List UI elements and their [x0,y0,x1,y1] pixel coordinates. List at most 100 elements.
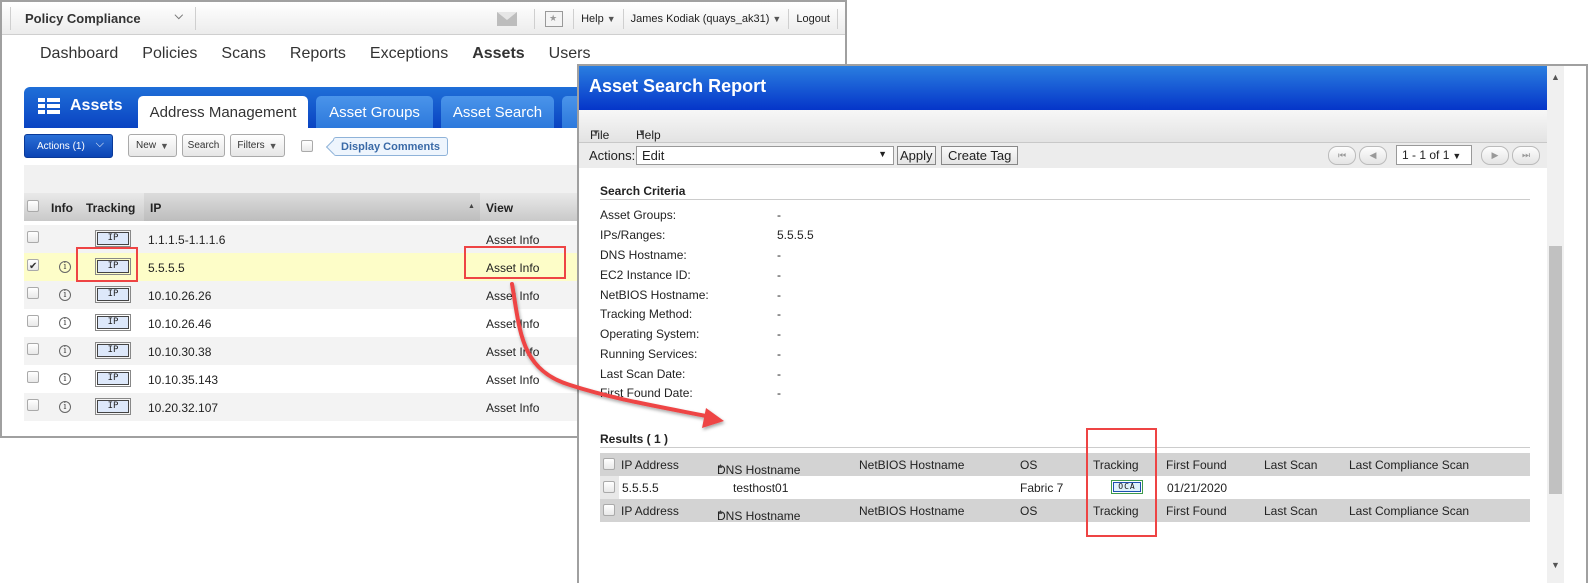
tab-asset-search[interactable]: Asset Search [441,96,554,128]
column-info[interactable]: Info [51,201,73,215]
column-tracking[interactable]: Tracking [1093,504,1139,518]
column-os[interactable]: OS [1020,504,1037,518]
search-button[interactable]: Search [182,134,225,157]
column-netbios-hostname[interactable]: NetBIOS Hostname [859,504,964,518]
tracking-ip-badge: IP [95,230,131,247]
ip-cell: 10.20.32.107 [148,401,219,415]
criteria-value: - [777,327,781,341]
filters-button[interactable]: Filters ▼ [230,134,285,157]
row-checkbox[interactable] [27,287,39,299]
scrollbar-thumb[interactable] [1549,246,1562,494]
asset-info-link[interactable]: Asset Info [486,261,539,275]
row-checkbox[interactable] [27,343,39,355]
nav-assets[interactable]: Assets [472,45,524,63]
divider [600,199,1530,200]
column-ip[interactable]: IP [150,201,161,215]
tracking-ip-badge: IP [95,314,131,331]
dropdown-arrow-icon: ▼ [1452,151,1462,161]
column-os[interactable]: OS [1020,458,1037,472]
info-icon[interactable]: i [59,401,71,413]
apply-button[interactable]: Apply [897,146,936,165]
ip-address-cell[interactable]: 5.5.5.5 [622,481,659,495]
column-first-found[interactable]: First Found [1166,504,1227,518]
vertical-scrollbar[interactable]: ▲ ▼ [1547,66,1564,583]
help-menu[interactable]: Help ▼ [581,13,616,25]
asset-info-link[interactable]: Asset Info [486,317,539,331]
info-icon[interactable]: i [59,289,71,301]
report-title: Asset Search Report [579,66,1547,110]
criteria-ips-ranges: IPs/Ranges: 5.5.5.5 [600,228,814,242]
create-tag-button[interactable]: Create Tag [941,146,1019,165]
nav-policies[interactable]: Policies [142,45,197,63]
nav-exceptions[interactable]: Exceptions [370,45,448,63]
gallery-icon[interactable] [545,10,564,27]
nav-reports[interactable]: Reports [290,45,346,63]
divider [788,8,790,29]
user-menu[interactable]: James Kodiak (quays_ak31) ▼ [631,13,782,25]
info-icon[interactable]: i [59,317,71,329]
nav-scans[interactable]: Scans [221,45,265,63]
first-page-icon[interactable]: ⏮ [1328,146,1356,165]
row-checkbox[interactable] [603,481,615,493]
info-icon[interactable]: i [59,261,71,273]
logout-link[interactable]: Logout [796,13,830,25]
select-all-checkbox[interactable] [603,458,615,470]
next-page-icon[interactable]: ▶ [1481,146,1509,165]
divider [837,8,838,29]
info-icon[interactable]: i [59,373,71,385]
page-range-select[interactable]: 1 - 1 of 1 ▼ [1396,145,1472,165]
select-all-checkbox[interactable] [27,200,39,212]
column-tracking[interactable]: Tracking [86,201,135,215]
criteria-first-found-date: First Found Date: - [600,386,781,400]
help-label: Help [581,12,604,25]
select-all-checkbox[interactable] [603,504,615,516]
actions-button[interactable]: Actions (1) ⌵ [24,134,113,158]
mail-icon[interactable] [497,11,518,26]
new-button[interactable]: New ▼ [128,134,177,157]
column-ip-address[interactable]: IP Address [621,504,679,518]
asset-info-link[interactable]: Asset Info [486,289,539,303]
scroll-up-icon[interactable]: ▲ [1551,72,1560,82]
actions-label: Actions: [589,148,636,163]
row-checkbox[interactable] [27,315,39,327]
column-view[interactable]: View [486,201,513,215]
new-label: New [136,140,157,151]
asset-info-link[interactable]: Asset Info [486,401,539,415]
column-tracking[interactable]: Tracking [1093,458,1139,472]
criteria-asset-groups: Asset Groups: - [600,208,781,222]
column-last-scan[interactable]: Last Scan [1264,504,1317,518]
column-ip-address[interactable]: IP Address [621,458,679,472]
app-switcher[interactable]: Policy Compliance ⌵ [10,7,196,30]
column-first-found[interactable]: First Found [1166,458,1227,472]
info-icon[interactable]: i [59,345,71,357]
display-comments-label[interactable]: Display Comments [333,137,449,156]
column-netbios-hostname[interactable]: NetBIOS Hostname [859,458,964,472]
column-last-scan[interactable]: Last Scan [1264,458,1317,472]
nav-dashboard[interactable]: Dashboard [40,45,118,63]
display-comments-checkbox[interactable] [301,140,313,152]
asset-info-link[interactable]: Asset Info [486,345,539,359]
criteria-label: Last Scan Date: [600,367,686,381]
nav-users[interactable]: Users [549,45,591,63]
report-actions-bar: Actions: Edit ▼ Apply Create Tag ⏮ ◀ 1 -… [579,142,1547,168]
last-page-icon[interactable]: ⏭ [1512,146,1540,165]
row-checkbox[interactable] [27,371,39,383]
asset-info-link[interactable]: Asset Info [486,373,539,387]
asset-info-link[interactable]: Asset Info [486,233,539,247]
row-checkbox[interactable] [27,399,39,411]
column-last-compliance-scan[interactable]: Last Compliance Scan [1349,504,1469,518]
tab-asset-groups[interactable]: Asset Groups [316,96,433,128]
actions-select[interactable]: Edit ▼ [636,146,894,165]
user-label: James Kodiak (quays_ak31) [630,12,770,25]
prev-page-icon[interactable]: ◀ [1359,146,1387,165]
scroll-down-icon[interactable]: ▼ [1551,560,1560,570]
caret-down-icon: ▼ [638,128,646,137]
column-last-compliance-scan[interactable]: Last Compliance Scan [1349,458,1469,472]
criteria-netbios-hostname: NetBIOS Hostname: - [600,288,781,302]
tracking-ip-badge: IP [95,398,131,415]
first-found-cell: 01/21/2020 [1167,481,1228,495]
row-checkbox[interactable] [27,231,39,243]
criteria-value: - [777,386,781,400]
row-checkbox[interactable] [27,259,39,271]
tab-address-management[interactable]: Address Management [138,96,308,128]
